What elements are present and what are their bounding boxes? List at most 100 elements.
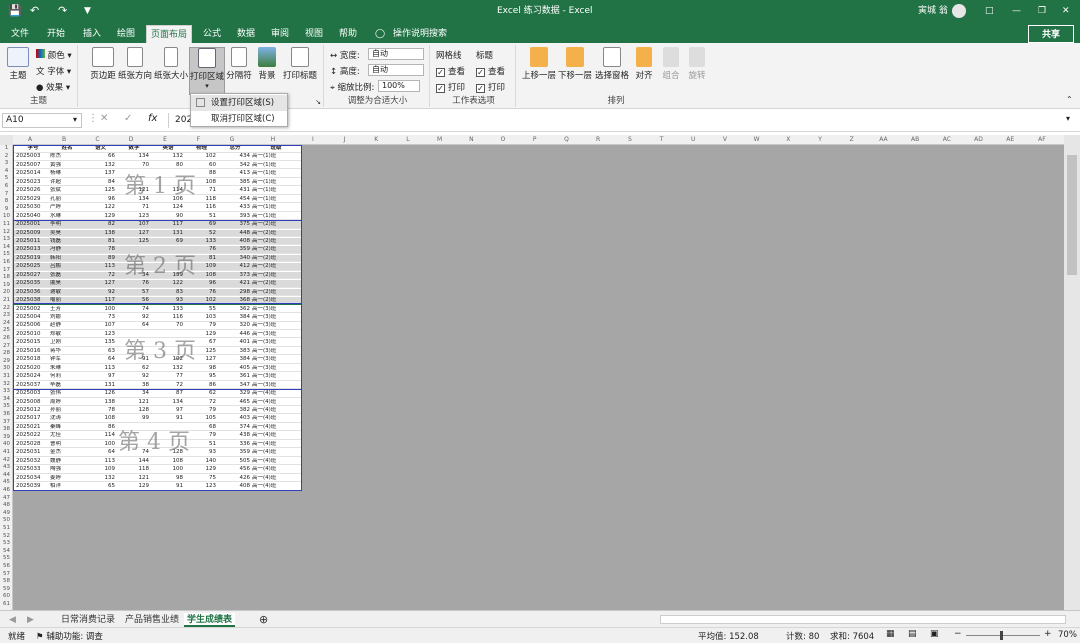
margins-button[interactable]: 页边距 [88,47,118,81]
column-header[interactable]: J [329,135,361,145]
table-cell[interactable]: 76 [117,280,151,288]
page-layout-view-icon[interactable]: ▤ [908,629,917,639]
row-header[interactable]: 26 [0,335,13,343]
table-cell[interactable]: 2025035 [16,280,50,288]
row-header[interactable]: 55 [0,555,13,563]
table-cell[interactable]: 393 [218,213,252,221]
table-cell[interactable]: 97 [151,407,185,415]
height-select[interactable]: 自动 [368,64,424,76]
table-cell[interactable]: 108 [84,415,117,423]
table-cell[interactable]: 高一(2)班 [252,221,300,229]
table-cell[interactable]: 122 [84,204,117,212]
table-cell[interactable]: 蒋华 [50,348,84,356]
table-cell[interactable]: 86 [185,382,218,390]
row-header[interactable]: 5 [0,175,13,183]
row-header[interactable]: 20 [0,289,13,297]
zoom-in-icon[interactable]: + [1044,629,1052,639]
row-header[interactable]: 51 [0,525,13,533]
table-cell[interactable]: 2025033 [16,466,50,474]
table-cell[interactable]: 2025013 [16,246,50,254]
table-cell[interactable]: 2025040 [16,213,50,221]
table-cell[interactable]: 125 [84,187,117,195]
cancel-icon[interactable]: ✕ [100,113,108,124]
header-cell[interactable]: 英语 [151,145,185,153]
table-cell[interactable]: 107 [117,221,151,229]
table-cell[interactable]: 91 [151,415,185,423]
table-cell[interactable]: 高一(1)班 [252,170,300,178]
column-header[interactable]: AC [931,135,963,145]
insert-function-icon[interactable]: fx [148,113,157,124]
sheet-tab[interactable]: 日常消费记录 [58,613,118,627]
table-cell[interactable]: 高一(4)班 [252,399,300,407]
table-cell[interactable]: 2025018 [16,356,50,364]
table-cell[interactable]: 421 [218,280,252,288]
column-header[interactable]: E [148,135,182,145]
collapse-ribbon-icon[interactable]: ⌃ [1066,95,1073,104]
avatar[interactable] [952,4,966,18]
table-cell[interactable]: 高一(2)班 [252,246,300,254]
table-cell[interactable]: 高一(2)班 [252,238,300,246]
row-header[interactable]: 17 [0,267,13,275]
table-cell[interactable]: 87 [151,390,185,398]
column-header[interactable]: V [709,135,741,145]
name-box[interactable]: A10 [2,113,82,128]
zoom-level[interactable]: 70% [1058,630,1077,640]
table-cell[interactable]: 128 [117,407,151,415]
table-cell[interactable]: 77 [151,373,185,381]
zoom-slider-thumb[interactable] [1000,631,1003,640]
table-cell[interactable]: 375 [218,221,252,229]
tab-data[interactable]: 数据 [232,25,260,43]
table-cell[interactable]: 107 [84,322,117,330]
table-cell[interactable]: 438 [218,432,252,440]
table-cell[interactable]: 高一(3)班 [252,306,300,314]
minimize-icon[interactable]: — [1012,0,1021,22]
table-cell[interactable]: 405 [218,365,252,373]
table-cell[interactable]: 127 [117,230,151,238]
column-header[interactable]: S [614,135,646,145]
table-cell[interactable]: 34 [117,390,151,398]
table-cell[interactable]: 81 [84,238,117,246]
table-cell[interactable]: 121 [117,399,151,407]
table-cell[interactable]: 125 [117,238,151,246]
table-cell[interactable]: 84 [84,179,117,187]
table-cell[interactable]: 113 [84,365,117,373]
table-cell[interactable]: 72 [151,382,185,390]
table-cell[interactable]: 张斌 [50,187,84,195]
table-cell[interactable]: 90 [151,213,185,221]
row-header[interactable]: 24 [0,320,13,328]
selection-pane-button[interactable]: 选择窗格 [594,47,630,81]
table-cell[interactable]: 132 [84,162,117,170]
fonts-button[interactable]: 文 字体 ▾ [36,65,71,77]
save-icon[interactable]: 💾 [8,0,22,22]
table-cell[interactable]: 122 [151,280,185,288]
table-cell[interactable]: 448 [218,230,252,238]
row-header[interactable]: 44 [0,472,13,480]
column-header[interactable]: I [297,135,329,145]
table-cell[interactable]: 刘娜 [50,314,84,322]
column-header[interactable]: AA [868,135,900,145]
column-header[interactable]: K [360,135,392,145]
table-cell[interactable]: 严婷 [50,204,84,212]
table-cell[interactable]: 97 [84,373,117,381]
table-cell[interactable]: 2025003 [16,153,50,161]
table-cell[interactable]: 75 [185,475,218,483]
table-cell[interactable]: 109 [84,466,117,474]
bring-forward-button[interactable]: 上移一层 [522,47,556,81]
table-cell[interactable]: 329 [218,390,252,398]
table-cell[interactable]: 78 [84,246,117,254]
table-cell[interactable]: 2025004 [16,314,50,322]
table-cell[interactable]: 2025015 [16,339,50,347]
table-cell[interactable]: 108 [151,458,185,466]
zoom-out-icon[interactable]: − [954,629,962,639]
tab-help[interactable]: 帮助 [334,25,362,43]
themes-button[interactable]: 主题 [6,47,30,81]
table-cell[interactable]: 456 [218,466,252,474]
restore-icon[interactable]: ❐ [1038,0,1046,22]
table-cell[interactable]: 王芳 [50,306,84,314]
table-cell[interactable]: 2025027 [16,272,50,280]
row-header[interactable]: 36 [0,411,13,419]
table-cell[interactable]: 72 [84,272,117,280]
table-cell[interactable]: 高一(4)班 [252,483,300,491]
table-cell[interactable]: 毕磊 [50,382,84,390]
headings-print-checkbox[interactable]: ✓ 打印 [476,81,505,93]
